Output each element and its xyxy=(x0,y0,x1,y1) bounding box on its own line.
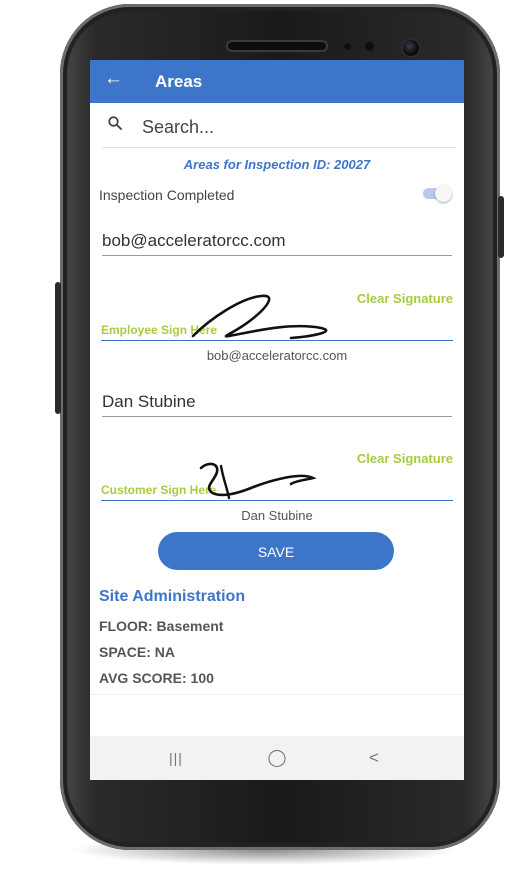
site-administration-title: Site Administration xyxy=(99,588,246,605)
light-sensor xyxy=(365,42,374,51)
employee-email-field[interactable]: bob@acceleratorcc.com xyxy=(102,231,452,256)
inspection-title: Areas for Inspection ID: 20027 xyxy=(183,157,371,172)
space-info: SPACE: NA xyxy=(99,644,175,660)
save-button[interactable]: SAVE xyxy=(158,532,394,570)
recent-apps-icon[interactable]: ||| xyxy=(146,736,206,780)
employee-signature-pad[interactable]: Employee Sign Here xyxy=(101,288,453,342)
floor-info: FLOOR: Basement xyxy=(99,618,224,634)
search-icon xyxy=(108,116,122,130)
customer-name-field[interactable]: Dan Stubine xyxy=(102,392,452,417)
phone-frame: ← Areas Areas for Inspection ID: 20027 I… xyxy=(55,4,504,850)
speaker-grill xyxy=(228,42,326,50)
proximity-sensor xyxy=(344,43,351,50)
home-icon[interactable]: ◯ xyxy=(247,736,307,780)
customer-signature-pad[interactable]: Customer Sign Here xyxy=(101,448,453,502)
customer-signature-stroke xyxy=(199,462,317,500)
search-input[interactable] xyxy=(140,112,444,142)
employee-signature-line xyxy=(101,340,453,341)
screen: ← Areas Areas for Inspection ID: 20027 I… xyxy=(90,60,464,780)
customer-signature-caption: Dan Stubine xyxy=(241,508,313,523)
customer-signature-line xyxy=(101,500,453,501)
page-title: Areas xyxy=(155,72,203,91)
power-button xyxy=(498,196,504,258)
inspection-completed-label: Inspection Completed xyxy=(99,187,235,203)
employee-signature-caption: bob@acceleratorcc.com xyxy=(206,348,348,363)
volume-button xyxy=(55,282,61,414)
app-bar: ← Areas xyxy=(90,60,464,103)
system-nav-bar: ||| ◯ < xyxy=(90,736,464,780)
front-camera xyxy=(403,40,419,56)
avg-score-info: AVG SCORE: 100 xyxy=(99,670,214,686)
back-arrow-icon[interactable]: ← xyxy=(104,69,123,89)
search-underline xyxy=(102,147,456,148)
search-bar xyxy=(102,110,456,146)
system-back-icon[interactable]: < xyxy=(344,736,404,780)
list-divider xyxy=(90,694,464,695)
employee-signature-stroke xyxy=(191,294,328,340)
toggle-thumb xyxy=(435,185,452,202)
inspection-completed-toggle[interactable] xyxy=(421,185,452,202)
